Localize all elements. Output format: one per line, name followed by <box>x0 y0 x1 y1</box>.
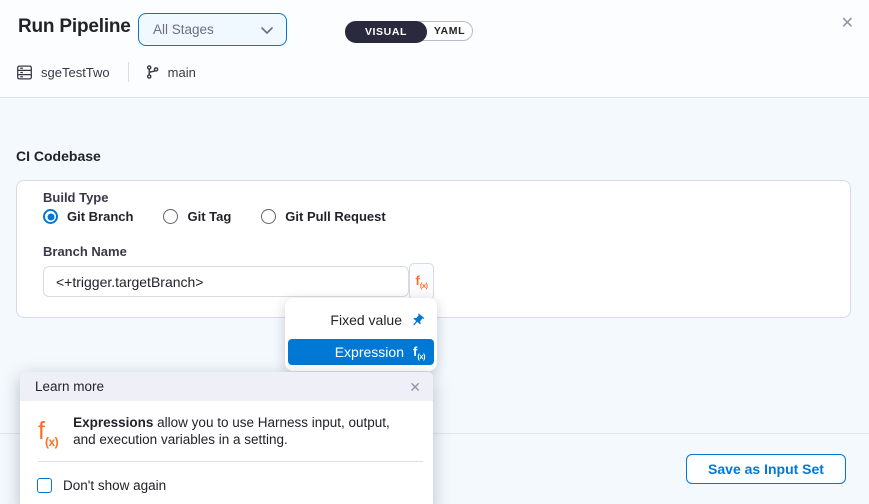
stage-selector-value: All Stages <box>153 22 214 37</box>
expression-label: Expression <box>335 344 404 360</box>
radio-git-branch[interactable]: Git Branch <box>43 209 133 224</box>
pin-icon <box>407 309 428 330</box>
value-type-fx-button[interactable]: f(x) <box>409 263 434 300</box>
close-icon[interactable]: ✕ <box>409 380 421 394</box>
branch-name-input[interactable] <box>43 266 409 297</box>
menu-item-expression[interactable]: Expression f(x) <box>288 339 434 365</box>
popup-divider <box>38 461 423 462</box>
radio-git-branch-control[interactable] <box>43 209 58 224</box>
pipeline-stack-icon <box>16 64 33 81</box>
git-branch-name[interactable]: main <box>168 65 196 80</box>
learn-more-text: Expressions allow you to use Harness inp… <box>73 414 407 448</box>
visual-yaml-toggle[interactable]: VISUAL YAML <box>345 21 473 41</box>
build-type-radio-group: Git Branch Git Tag Git Pull Request <box>43 209 386 224</box>
learn-more-body: f(x) Expressions allow you to use Harnes… <box>20 401 433 448</box>
fx-icon: f(x) <box>38 419 58 448</box>
radio-git-tag-control[interactable] <box>163 209 178 224</box>
radio-git-pull-request-label: Git Pull Request <box>285 209 385 224</box>
modal-header: Run Pipeline All Stages VISUAL YAML ✕ sg… <box>0 0 869 98</box>
codebase-card: Build Type Git Branch Git Tag Git Pull R… <box>16 180 851 318</box>
pipeline-name: sgeTestTwo <box>41 65 110 80</box>
branch-name-label: Branch Name <box>43 244 127 259</box>
ci-codebase-title: CI Codebase <box>16 148 101 164</box>
radio-git-pull-request[interactable]: Git Pull Request <box>261 209 385 224</box>
tab-yaml[interactable]: YAML <box>427 22 472 40</box>
tab-visual[interactable]: VISUAL <box>345 21 427 43</box>
fx-icon: f(x) <box>413 344 425 361</box>
learn-more-popup: Learn more ✕ f(x) Expressions allow you … <box>20 372 433 504</box>
radio-git-branch-label: Git Branch <box>67 209 133 224</box>
radio-git-tag-label: Git Tag <box>187 209 231 224</box>
learn-more-header: Learn more ✕ <box>20 372 433 401</box>
vertical-divider <box>128 62 129 82</box>
fixed-value-label: Fixed value <box>330 312 402 328</box>
expressions-bold-text: Expressions <box>73 415 153 430</box>
close-icon[interactable]: ✕ <box>841 16 854 32</box>
chevron-down-icon <box>261 21 273 39</box>
radio-git-tag[interactable]: Git Tag <box>163 209 231 224</box>
dont-show-again-checkbox[interactable] <box>37 478 52 493</box>
build-type-label: Build Type <box>43 190 108 205</box>
value-type-menu: Fixed value Expression f(x) <box>285 298 437 371</box>
learn-more-title: Learn more <box>35 379 104 394</box>
menu-item-fixed-value[interactable]: Fixed value <box>285 302 437 338</box>
dont-show-again-row: Don't show again <box>37 478 433 493</box>
git-branch-icon <box>145 64 160 80</box>
pipeline-context-row: sgeTestTwo main <box>16 61 196 83</box>
radio-git-pull-request-control[interactable] <box>261 209 276 224</box>
save-as-input-set-button[interactable]: Save as Input Set <box>686 454 846 484</box>
dont-show-again-label: Don't show again <box>63 478 166 493</box>
page-title: Run Pipeline <box>18 16 131 38</box>
run-pipeline-modal: Run Pipeline All Stages VISUAL YAML ✕ sg… <box>0 0 869 504</box>
stage-selector[interactable]: All Stages <box>138 13 287 46</box>
fx-icon: f(x) <box>415 273 427 290</box>
